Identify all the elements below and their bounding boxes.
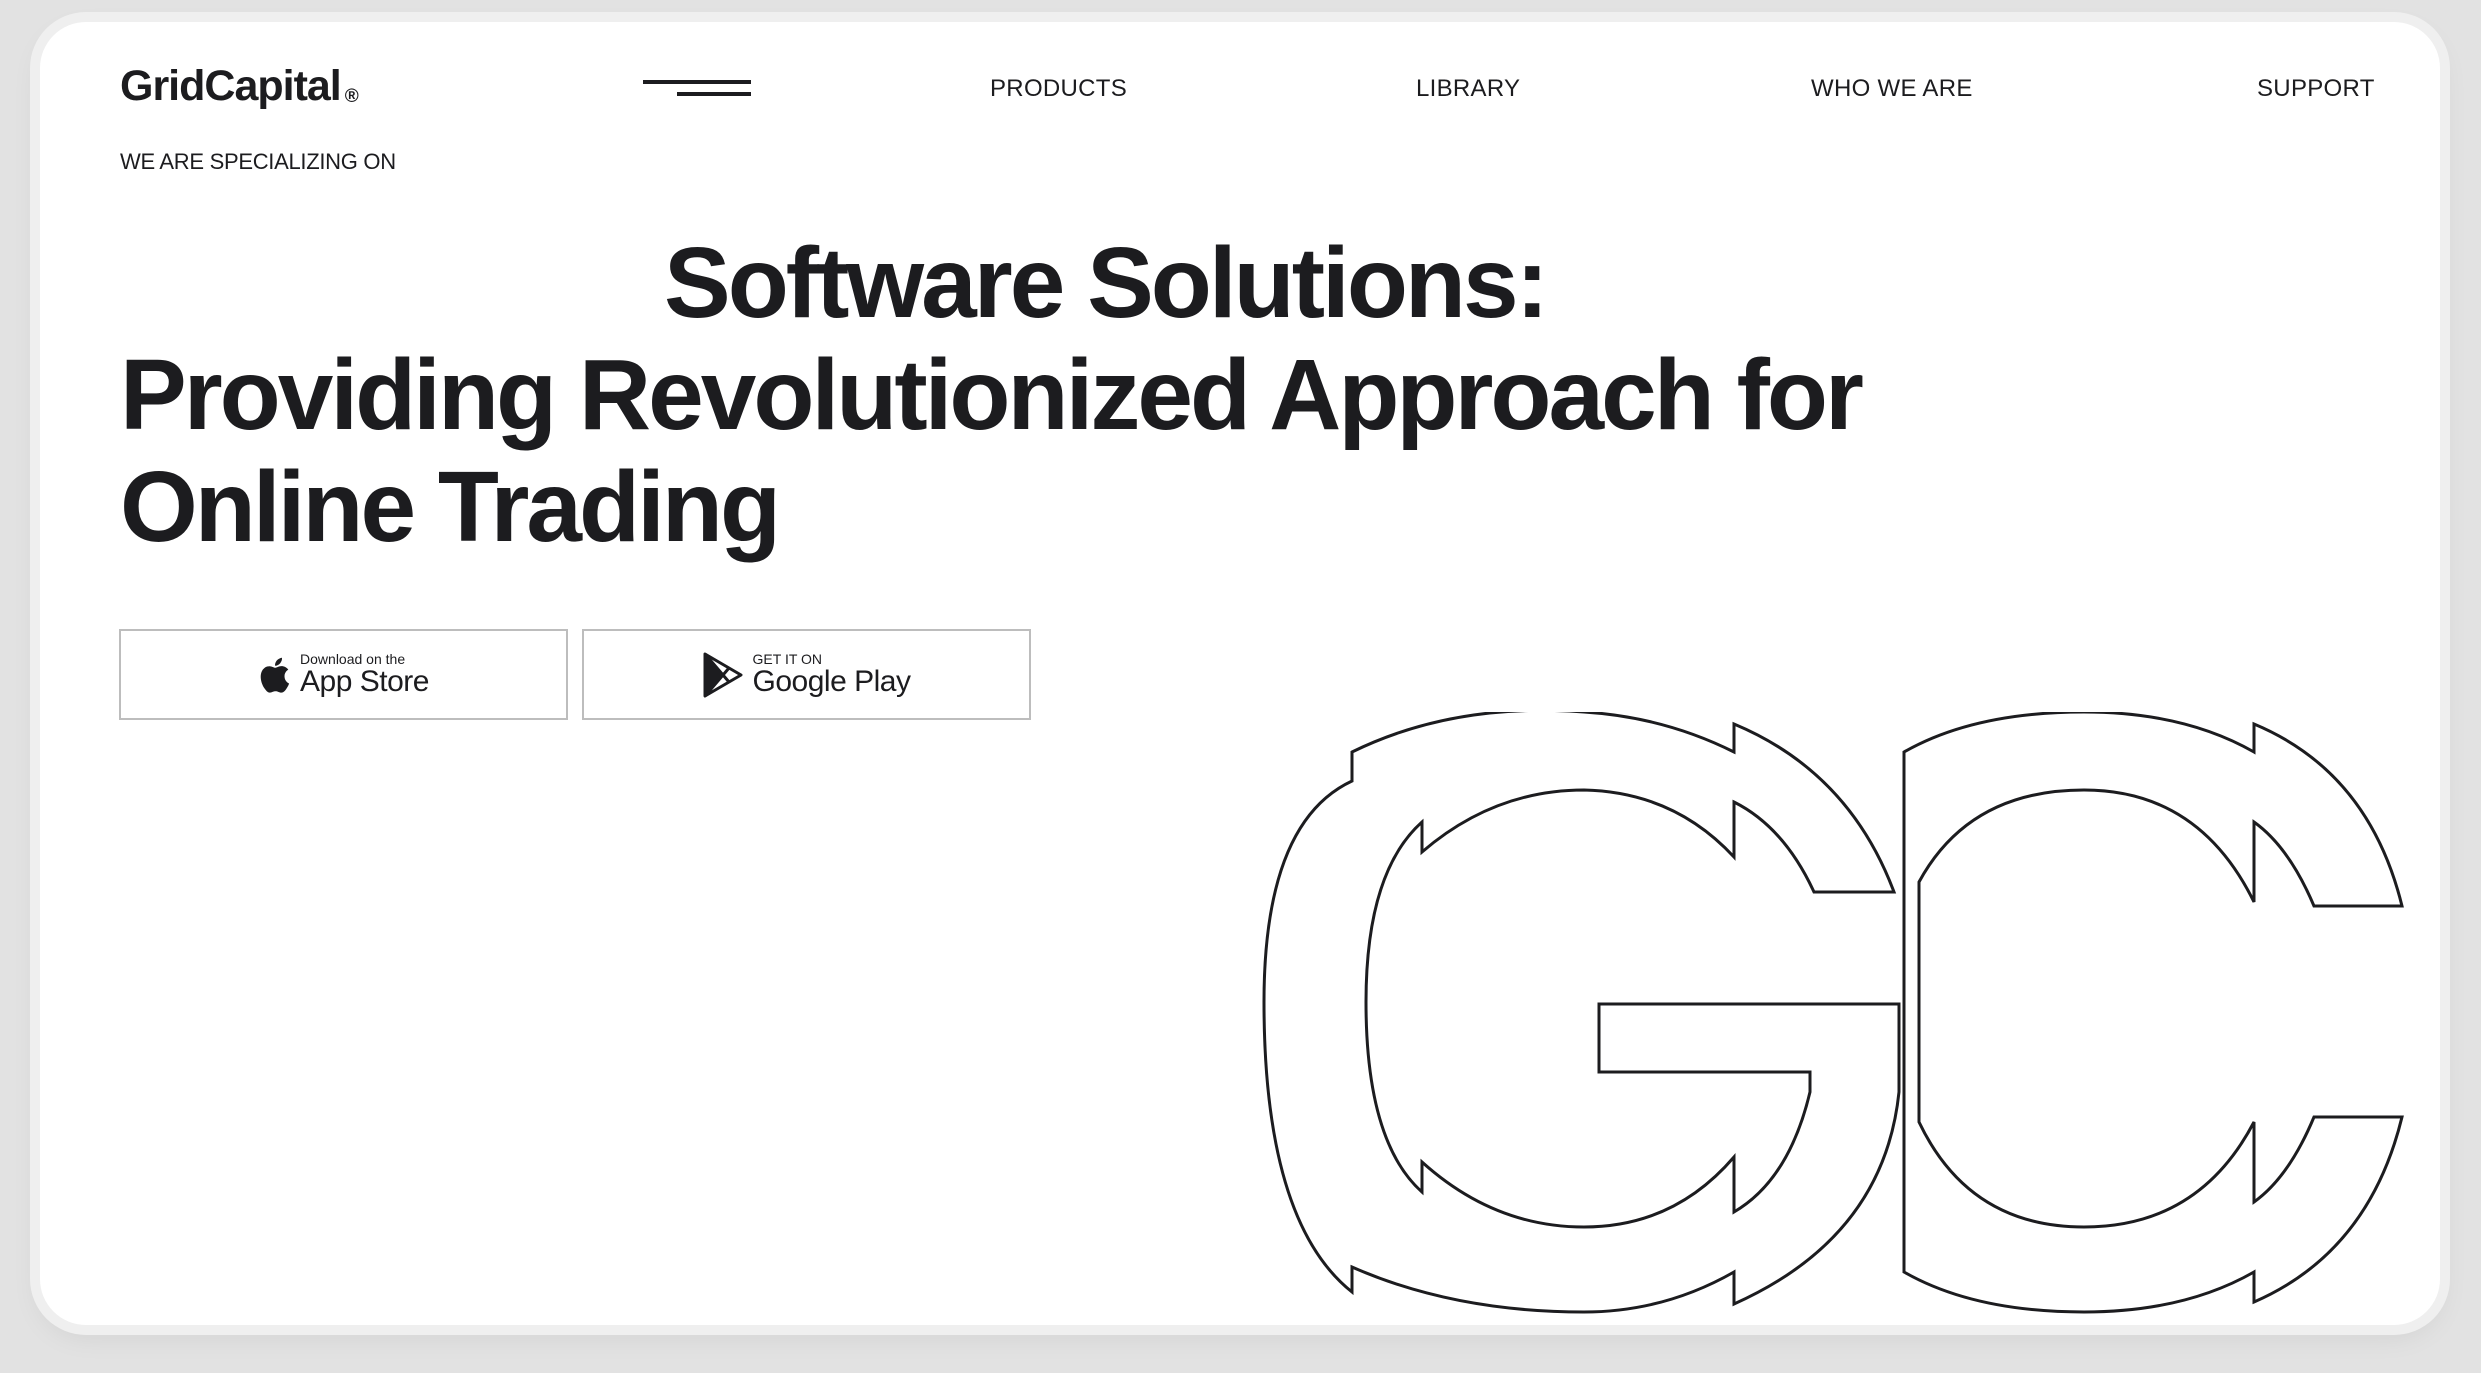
google-play-small-label: GET IT ON bbox=[752, 650, 823, 667]
nav-item-support[interactable]: SUPPORT bbox=[2257, 75, 2375, 103]
google-play-big-label: Google Play bbox=[752, 664, 911, 698]
google-play-button[interactable]: GET IT ON Google Play bbox=[582, 629, 1031, 720]
apple-icon bbox=[260, 657, 290, 693]
menu-line-bottom bbox=[677, 92, 751, 96]
hero-eyebrow: WE ARE SPECIALIZING ON bbox=[120, 149, 396, 174]
website-card: GridCapital ® PRODUCTS LIBRARY WHO WE ARE… bbox=[40, 22, 2440, 1325]
app-store-button[interactable]: Download on the App Store bbox=[119, 629, 568, 720]
headline-line-3: Online Trading bbox=[120, 451, 781, 563]
monogram-c-outline bbox=[1902, 712, 2404, 1314]
app-store-small-label: Download on the bbox=[300, 650, 406, 667]
headline-line-1: Software Solutions: bbox=[664, 227, 1549, 339]
nav-item-products[interactable]: PRODUCTS bbox=[990, 75, 1127, 103]
app-store-big-label: App Store bbox=[300, 664, 429, 698]
monogram-g-outline bbox=[1262, 712, 1901, 1314]
menu-line-top bbox=[643, 80, 751, 84]
gc-monogram-graphic bbox=[1262, 712, 2404, 1314]
nav-item-library[interactable]: LIBRARY bbox=[1416, 75, 1520, 103]
headline-line-2: Providing Revolutionized Approach for bbox=[120, 339, 1864, 451]
hero-headline: Software Solutions: Providing Revolution… bbox=[120, 227, 1920, 563]
nav-item-who-we-are[interactable]: WHO WE ARE bbox=[1811, 75, 1973, 103]
registered-mark: ® bbox=[344, 86, 359, 107]
google-play-icon bbox=[703, 652, 743, 697]
brand-logo[interactable]: GridCapital ® bbox=[120, 62, 359, 111]
brand-name: GridCapital bbox=[120, 62, 342, 110]
menu-toggle-icon[interactable] bbox=[643, 78, 751, 98]
